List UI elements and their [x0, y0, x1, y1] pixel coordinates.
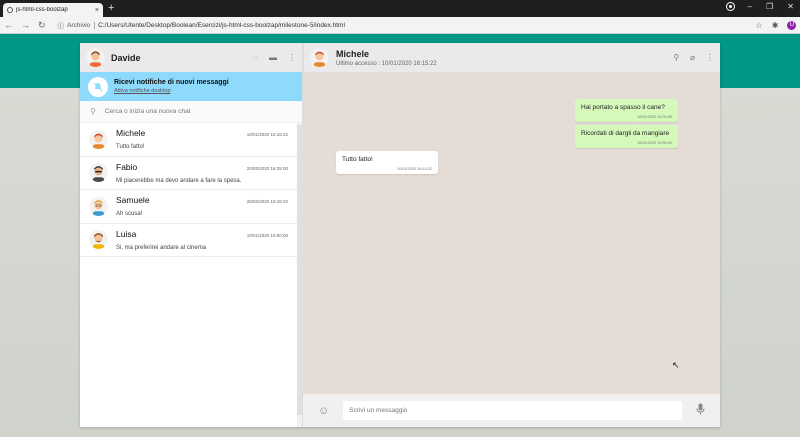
message-composer: ☺ — [303, 394, 720, 427]
message-text: Hai portato a spasso il cane? — [581, 104, 665, 111]
search-icon[interactable]: ⚲ — [673, 53, 679, 62]
chat-time: 10/01/2020 15:50:00 — [246, 232, 288, 238]
search-bar: ⚲ — [80, 101, 302, 123]
message-time: 10/01/2020 15:30:55 — [637, 115, 672, 119]
contact-avatar — [89, 163, 108, 183]
chat-last-message: Ah scusa! — [116, 211, 143, 218]
search-input[interactable] — [104, 108, 285, 115]
sidebar-scrollbar[interactable] — [297, 123, 302, 427]
chat-time: 20/03/2020 16:35:00 — [246, 165, 288, 171]
status-icon[interactable]: ◌ — [253, 53, 258, 62]
contact-name: Michele — [336, 48, 370, 59]
chat-item-michele[interactable]: Michele 10/01/2020 16:15:22 Tutto fatto! — [80, 123, 298, 157]
globe-icon — [7, 7, 13, 13]
profile-avatar[interactable]: U — [787, 20, 797, 30]
chat-time: 28/03/2020 16:15:22 — [246, 199, 288, 205]
browser-tab-bar: js-html-css-boolzap × + – ❐ ✕ — [0, 0, 800, 17]
window-controls: – ❐ ✕ — [726, 2, 794, 11]
star-icon[interactable]: ☆ — [756, 21, 763, 30]
close-window-button[interactable]: ✕ — [787, 2, 794, 11]
chat-name: Luisa — [116, 228, 137, 239]
message-input[interactable] — [343, 401, 682, 420]
url-text: C:/Users/Utente/Desktop/Boolean/Esercizi… — [98, 21, 345, 29]
browser-tab[interactable]: js-html-css-boolzap × — [3, 3, 103, 17]
tab-title: js-html-css-boolzap — [16, 7, 68, 13]
message-time: 10/01/2020 16:15:22 — [397, 167, 432, 171]
chat-name: Fabio — [116, 161, 138, 172]
address-bar: ← → ↻ ⓘ Archivio C:/Users/Utente/Desktop… — [0, 17, 800, 34]
chat-app: Davide ◌ ▬ ⋮ Ricevi notifiche di nuovi m… — [80, 43, 720, 427]
message-sent: Ricordati di dargli da mangiare 10/01/20… — [575, 125, 678, 148]
new-tab-button[interactable]: + — [108, 2, 114, 15]
conversation-header: Michele Ultimo accesso : 10/01/2020 16:1… — [303, 43, 720, 72]
notification-title: Ricevi notifiche di nuovi messaggi — [114, 79, 229, 86]
chat-time: 10/01/2020 16:15:22 — [246, 132, 288, 138]
chat-name: Samuele — [116, 195, 150, 206]
more-options-icon[interactable]: ⋮ — [288, 53, 296, 62]
last-seen: Ultimo accesso : 10/01/2020 16:15:22 — [336, 60, 437, 67]
message-received: Tutto fatto! 10/01/2020 16:15:22 — [336, 151, 438, 174]
message-time: 10/01/2020 15:50:00 — [637, 141, 672, 145]
forward-button[interactable]: → — [21, 20, 30, 30]
more-options-icon[interactable]: ⋮ — [706, 53, 714, 62]
file-scheme-label: Archivio — [67, 21, 96, 29]
contact-avatar — [89, 196, 108, 216]
search-icon: ⚲ — [90, 107, 96, 116]
user-header: Davide ◌ ▬ ⋮ — [80, 43, 302, 72]
chat-icon[interactable]: ▬ — [269, 53, 277, 62]
message-text: Tutto fatto! — [342, 156, 373, 163]
chat-item-samuele[interactable]: Samuele 28/03/2020 16:15:22 Ah scusa! — [80, 190, 298, 224]
notification-banner: Ricevi notifiche di nuovi messaggi Attiv… — [80, 72, 302, 101]
info-icon: ⓘ — [57, 23, 65, 30]
maximize-button[interactable]: ❐ — [766, 2, 773, 11]
record-icon[interactable] — [726, 3, 734, 10]
url-field[interactable]: ⓘ Archivio C:/Users/Utente/Desktop/Boole… — [58, 19, 748, 31]
emoji-icon[interactable]: ☺ — [318, 405, 329, 417]
contact-avatar — [89, 230, 108, 250]
enable-notifications-link[interactable]: Attiva notifiche desktop — [114, 88, 229, 94]
chat-item-fabio[interactable]: Fabio 20/03/2020 16:35:00 Mi piacerebbe … — [80, 157, 298, 190]
sidebar: Davide ◌ ▬ ⋮ Ricevi notifiche di nuovi m… — [80, 43, 303, 427]
message-sent: Hai portato a spasso il cane? 10/01/2020… — [575, 99, 678, 122]
message-area: Hai portato a spasso il cane? 10/01/2020… — [303, 72, 720, 394]
microphone-icon[interactable] — [696, 403, 705, 418]
contact-avatar[interactable] — [310, 48, 329, 67]
conversation-panel: Michele Ultimo accesso : 10/01/2020 16:1… — [303, 43, 720, 427]
back-button[interactable]: ← — [4, 20, 13, 30]
minimize-button[interactable]: – — [748, 2, 752, 11]
message-text: Ricordati di dargli da mangiare — [581, 130, 670, 137]
paperclip-icon[interactable]: ⌀ — [690, 53, 695, 62]
chat-last-message: Si, ma preferirei andare al cinema — [116, 244, 207, 251]
extensions-icon[interactable]: ✱ — [772, 21, 779, 30]
contact-avatar — [89, 129, 108, 149]
mouse-cursor-icon: ↖ — [672, 360, 680, 370]
chat-item-luisa[interactable]: Luisa 10/01/2020 15:50:00 Si, ma preferi… — [80, 224, 298, 257]
chat-name: Michele — [116, 128, 146, 139]
chat-last-message: Mi piacerebbe ma devo andare a fare la s… — [116, 177, 242, 184]
user-name: Davide — [111, 52, 141, 63]
user-avatar[interactable] — [86, 48, 105, 67]
chat-last-message: Tutto fatto! — [116, 144, 145, 151]
bell-off-icon — [88, 76, 108, 97]
close-tab-icon[interactable]: × — [95, 7, 99, 14]
reload-button[interactable]: ↻ — [38, 20, 46, 31]
chat-list: Michele 10/01/2020 16:15:22 Tutto fatto! — [80, 123, 298, 257]
